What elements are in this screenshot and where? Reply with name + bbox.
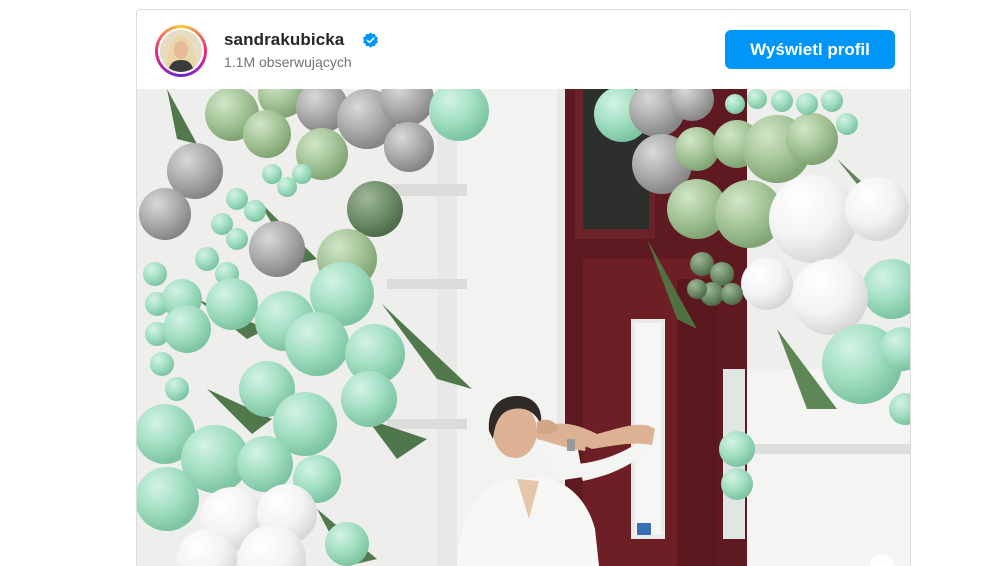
- post-header: sandrakubicka 1.1M obserwujących Wyświet…: [137, 10, 910, 89]
- post-photo[interactable]: [137, 89, 910, 566]
- photo-balloon-scene: [137, 89, 910, 566]
- profile-avatar[interactable]: [155, 25, 207, 77]
- avatar-border: [158, 28, 204, 74]
- avatar-portrait: [160, 30, 202, 72]
- avatar-image: [160, 30, 202, 72]
- view-profile-button[interactable]: Wyświetl profil: [725, 30, 895, 69]
- verified-badge-icon: [363, 32, 378, 48]
- follower-count: 1.1M obserwujących: [224, 54, 352, 70]
- username[interactable]: sandrakubicka: [224, 30, 344, 50]
- instagram-embed-card: sandrakubicka 1.1M obserwujących Wyświet…: [136, 9, 911, 566]
